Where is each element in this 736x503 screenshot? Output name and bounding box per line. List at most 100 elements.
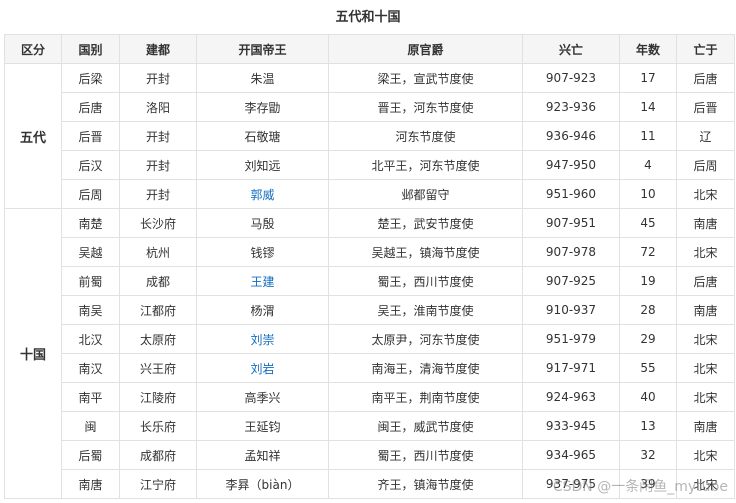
table-row: 南吴 江都府 杨渭 吴王，淮南节度使 910-937 28 南唐 — [5, 295, 735, 325]
original-title-cell: 吴王，淮南节度使 — [328, 295, 523, 325]
capital-cell: 长乐府 — [119, 411, 197, 441]
original-title-cell: 太原尹，河东节度使 — [328, 324, 523, 354]
original-title-cell: 北平王，河东节度使 — [328, 150, 523, 180]
original-title-cell: 蜀王，西川节度使 — [328, 440, 523, 470]
founder-cell: 李存勖 — [196, 92, 329, 122]
founder-cell: 刘知远 — [196, 150, 329, 180]
founder-link[interactable]: 王建 — [250, 275, 274, 289]
capital-cell: 成都府 — [119, 440, 197, 470]
years-cell: 10 — [619, 179, 677, 209]
fell-to-cell: 南唐 — [676, 208, 735, 238]
column-header-founder: 开国帝王 — [196, 34, 329, 64]
years-cell: 55 — [619, 353, 677, 383]
table-row: 南平 江陵府 高季兴 南平王，荆南节度使 924-963 40 北宋 — [5, 382, 735, 412]
table-row: 南汉 兴王府 刘岩 南海王，清海节度使 917-971 55 北宋 — [5, 353, 735, 383]
original-title-cell: 邺都留守 — [328, 179, 523, 209]
table-row: 后晋 开封 石敬瑭 河东节度使 936-946 11 辽 — [5, 121, 735, 151]
rise-fall-cell: 933-945 — [522, 411, 620, 441]
group-label[interactable]: 十国 — [4, 208, 62, 499]
table-row: 后汉 开封 刘知远 北平王，河东节度使 947-950 4 后周 — [5, 150, 735, 180]
country-cell: 后唐 — [61, 92, 120, 122]
rise-fall-cell: 907-923 — [522, 63, 620, 93]
fell-to-cell: 南唐 — [676, 295, 735, 325]
years-cell: 40 — [619, 382, 677, 412]
country-cell: 后汉 — [61, 150, 120, 180]
rise-fall-cell: 923-936 — [522, 92, 620, 122]
rise-fall-cell: 917-971 — [522, 353, 620, 383]
table-row: 后蜀 成都府 孟知祥 蜀王，西川节度使 934-965 32 北宋 — [5, 440, 735, 470]
group-label[interactable]: 五代 — [4, 63, 62, 209]
founder-cell: 杨渭 — [196, 295, 329, 325]
founder-cell: 王建 — [196, 266, 329, 296]
capital-cell: 长沙府 — [119, 208, 197, 238]
founder-cell: 钱镠 — [196, 237, 329, 267]
country-cell: 南平 — [61, 382, 120, 412]
original-title-cell: 河东节度使 — [328, 121, 523, 151]
table-row: 五代 后梁 开封 朱温 梁王，宣武节度使 907-923 17 后唐 — [4, 63, 735, 209]
country-cell: 前蜀 — [61, 266, 120, 296]
founder-cell: 刘岩 — [196, 353, 329, 383]
years-cell: 39 — [619, 469, 677, 499]
header-row: 区分 国别 建都 开国帝王 原官爵 兴亡 年数 亡于 — [4, 34, 735, 64]
rise-fall-cell: 947-950 — [522, 150, 620, 180]
fell-to-cell: 后晋 — [676, 92, 735, 122]
founder-link[interactable]: 刘岩 — [250, 362, 274, 376]
founder-link[interactable]: 刘崇 — [250, 333, 274, 347]
rise-fall-cell: 907-951 — [522, 208, 620, 238]
country-cell: 南楚 — [61, 208, 120, 238]
fell-to-cell: 北宋 — [676, 440, 735, 470]
country-cell: 后晋 — [61, 121, 120, 151]
rise-fall-cell: 937-975 — [522, 469, 620, 499]
founder-cell: 石敬瑭 — [196, 121, 329, 151]
rise-fall-cell: 951-960 — [522, 179, 620, 209]
country-cell: 南吴 — [61, 295, 120, 325]
table-row: 闽长乐府 王延钧 闽王，威武节度使 933-945 13 南唐 — [5, 411, 735, 441]
table-body: 五代 后梁 开封 朱温 梁王，宣武节度使 907-923 17 后唐 后唐 洛阳 李存勖 晋王，河东节… — [4, 63, 735, 499]
years-cell: 28 — [619, 295, 677, 325]
years-cell: 4 — [619, 150, 677, 180]
capital-cell: 开封 — [119, 150, 197, 180]
years-cell: 45 — [619, 208, 677, 238]
original-title-cell: 南平王，荆南节度使 — [328, 382, 523, 412]
table-row: 北汉 太原府 刘崇 太原尹，河东节度使 951-979 29 北宋 — [5, 324, 735, 354]
capital-cell: 兴王府 — [119, 353, 197, 383]
fell-to-cell: 后唐 — [676, 63, 735, 93]
original-title-cell: 梁王，宣武节度使 — [328, 63, 523, 93]
column-header-years: 年数 — [619, 34, 677, 64]
table-row: 吴越 杭州 钱镠 吴越王，镇海节度使 907-978 72 北宋 — [5, 237, 735, 267]
capital-cell: 杭州 — [119, 237, 197, 267]
capital-cell: 开封 — [119, 179, 197, 209]
years-cell: 17 — [619, 63, 677, 93]
table-row: 南唐 江宁府 李昪（biàn） 齐王，镇海节度使 937-975 39 北宋 — [5, 469, 735, 499]
capital-cell: 江都府 — [119, 295, 197, 325]
capital-cell: 开封 — [119, 121, 197, 151]
table-row: 十国 南楚 长沙府 马殷 楚王，武安节度使 907-951 45 南唐 — [4, 208, 735, 499]
founder-cell: 李昪（biàn） — [196, 469, 329, 499]
fell-to-cell: 后唐 — [676, 266, 735, 296]
founder-cell: 刘崇 — [196, 324, 329, 354]
country-cell: 后周 — [61, 179, 120, 209]
capital-cell: 江宁府 — [119, 469, 197, 499]
country-cell: 北汉 — [61, 324, 120, 354]
table-row: 后唐 洛阳 李存勖 晋王，河东节度使 923-936 14 后晋 — [5, 92, 735, 122]
capital-cell: 开封 — [119, 63, 197, 93]
fell-to-cell: 辽 — [676, 121, 735, 151]
fell-to-cell: 北宋 — [676, 353, 735, 383]
original-title-cell: 南海王，清海节度使 — [328, 353, 523, 383]
founder-link[interactable]: 郭威 — [250, 188, 274, 202]
fell-to-cell: 北宋 — [676, 469, 735, 499]
years-cell: 19 — [619, 266, 677, 296]
page: 五代和十国 区分 国别 建都 开国帝王 原官爵 兴亡 年数 亡于 五代 后梁开封… — [0, 0, 736, 503]
rise-fall-cell: 951-979 — [522, 324, 620, 354]
years-cell: 11 — [619, 121, 677, 151]
column-header-country: 国别 — [61, 34, 120, 64]
rise-fall-cell: 934-965 — [522, 440, 620, 470]
capital-cell: 成都 — [119, 266, 197, 296]
rise-fall-cell: 924-963 — [522, 382, 620, 412]
founder-cell: 马殷 — [196, 208, 329, 238]
rise-fall-cell: 910-937 — [522, 295, 620, 325]
original-title-cell: 楚王，武安节度使 — [328, 208, 523, 238]
country-cell: 南唐 — [61, 469, 120, 499]
country-cell: 南汉 — [61, 353, 120, 383]
capital-cell: 江陵府 — [119, 382, 197, 412]
